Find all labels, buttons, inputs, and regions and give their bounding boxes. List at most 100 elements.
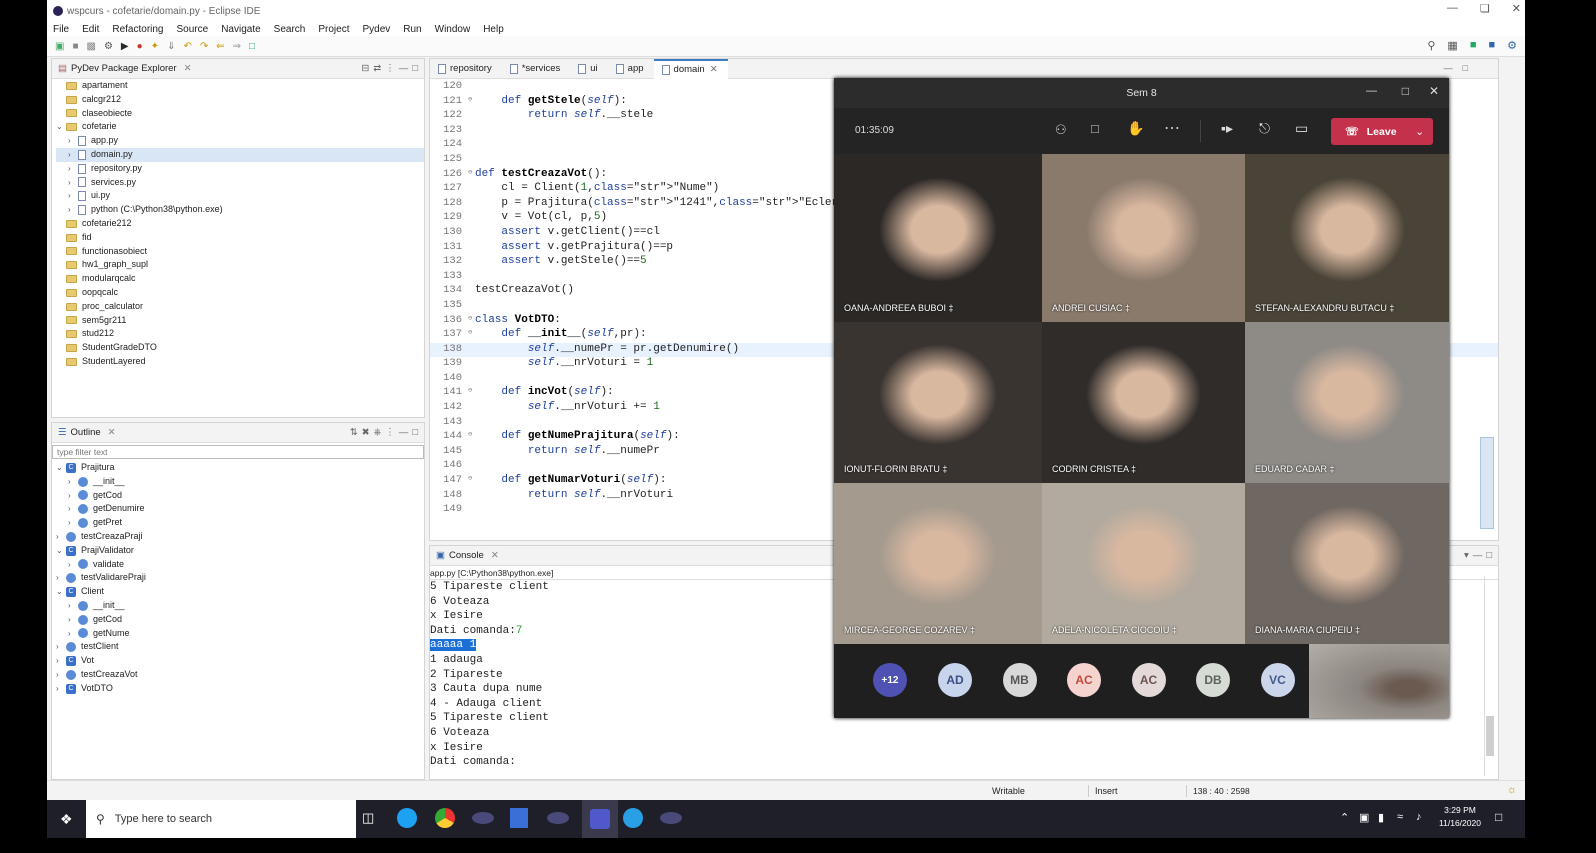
- teams-taskbar-icon[interactable]: [582, 800, 618, 838]
- external-tools-icon[interactable]: ●: [137, 41, 143, 52]
- participant-video-tile[interactable]: IONUT-FLORIN BRATU ‡: [834, 322, 1042, 483]
- tree-item[interactable]: ⌄ C Client: [56, 585, 424, 599]
- chevron-right-icon[interactable]: ›: [68, 558, 78, 572]
- menu-item-window[interactable]: Window: [435, 24, 471, 35]
- editor-tab-services[interactable]: *services: [502, 59, 571, 79]
- tree-item[interactable]: ⌄ C PrajiValidator: [56, 544, 424, 558]
- tree-item[interactable]: › testCreazaVot: [56, 668, 424, 682]
- chevron-right-icon[interactable]: ›: [68, 516, 78, 530]
- chevron-right-icon[interactable]: ›: [68, 176, 78, 190]
- tree-item[interactable]: › services.py: [56, 176, 424, 190]
- editor-tab-app[interactable]: app: [608, 59, 654, 79]
- camera-icon[interactable]: ▪▸: [1221, 120, 1233, 137]
- self-preview-video[interactable]: [1309, 644, 1449, 718]
- chevron-right-icon[interactable]: ›: [68, 148, 78, 162]
- eclipse-taskbar-icon-3[interactable]: [660, 812, 682, 824]
- perspective-icon[interactable]: ▦: [1447, 39, 1457, 52]
- chevron-down-icon[interactable]: ⌄: [56, 585, 66, 599]
- tree-item[interactable]: › getPret: [56, 516, 424, 530]
- participant-avatar[interactable]: AC: [1131, 663, 1166, 697]
- menu-item-search[interactable]: Search: [274, 24, 306, 35]
- outline-filter-input[interactable]: [52, 445, 424, 459]
- maximize-view-icon[interactable]: □: [412, 427, 418, 438]
- tree-item[interactable]: › C Vot: [56, 654, 424, 668]
- tree-item[interactable]: oopqcalc: [56, 286, 424, 300]
- chevron-right-icon[interactable]: ›: [68, 475, 78, 489]
- hide-fields-icon[interactable]: ✖: [362, 427, 370, 438]
- collapse-all-icon[interactable]: ⊟: [361, 63, 369, 74]
- save-all-icon[interactable]: ▩: [87, 41, 96, 52]
- battery-icon[interactable]: ▮: [1378, 811, 1384, 824]
- chevron-right-icon[interactable]: ›: [56, 668, 66, 682]
- participant-video-tile[interactable]: MIRCEA-GEORGE COZAREV ‡: [834, 483, 1042, 644]
- participant-video-tile[interactable]: OANA-ANDREEA BUBOI ‡: [834, 154, 1042, 322]
- tree-item[interactable]: apartament: [56, 79, 424, 93]
- microphone-icon[interactable]: ⎋: [1259, 120, 1270, 137]
- tree-item[interactable]: claseobiecte: [56, 107, 424, 121]
- chevron-down-icon[interactable]: ⌄: [56, 544, 66, 558]
- participant-video-tile[interactable]: STEFAN-ALEXANDRU BUTACU ‡: [1245, 154, 1449, 322]
- more-participants-badge[interactable]: +12: [873, 663, 907, 697]
- editor-tab-domain[interactable]: domain ✕: [653, 58, 728, 79]
- teams-maximize-icon[interactable]: □: [1402, 84, 1409, 98]
- chevron-right-icon[interactable]: ›: [68, 502, 78, 516]
- tree-item[interactable]: › app.py: [56, 134, 424, 148]
- wifi-icon[interactable]: ≈: [1397, 811, 1403, 823]
- leave-button[interactable]: ☏ Leave ⌄: [1331, 118, 1433, 145]
- tree-item[interactable]: › ui.py: [56, 189, 424, 203]
- menu-item-pydev[interactable]: Pydev: [362, 24, 390, 35]
- tree-item[interactable]: › getDenumire: [56, 502, 424, 516]
- new-icon[interactable]: ▣: [55, 41, 64, 52]
- participants-icon[interactable]: ⚇: [1055, 122, 1067, 138]
- editor-tab-ui[interactable]: ui: [570, 59, 607, 79]
- chevron-down-icon[interactable]: ⌄: [56, 461, 66, 475]
- tree-item[interactable]: › validate: [56, 558, 424, 572]
- menu-item-refactoring[interactable]: Refactoring: [112, 24, 163, 35]
- more-actions-icon[interactable]: ⋯: [1164, 118, 1180, 138]
- tree-item[interactable]: stud212: [56, 327, 424, 341]
- participant-avatar[interactable]: MB: [1002, 663, 1037, 697]
- chevron-right-icon[interactable]: ›: [68, 489, 78, 503]
- eclipse-taskbar-icon[interactable]: [472, 812, 494, 824]
- tree-item[interactable]: hw1_graph_supl: [56, 258, 424, 272]
- close-tab-icon[interactable]: ✕: [710, 64, 718, 75]
- tree-item[interactable]: proc_calculator: [56, 300, 424, 314]
- minimize-icon[interactable]: —: [1447, 2, 1458, 15]
- participant-video-tile[interactable]: CODRIN CRISTEA ‡: [1042, 322, 1245, 483]
- chevron-down-icon[interactable]: ⌄: [1415, 126, 1424, 138]
- menu-item-source[interactable]: Source: [177, 24, 209, 35]
- chevron-right-icon[interactable]: ›: [56, 654, 66, 668]
- editor-scrollbar-thumb[interactable]: [1480, 437, 1494, 529]
- hide-static-icon[interactable]: ⎈: [374, 427, 382, 438]
- participant-video-tile[interactable]: EDUARD CADAR ‡: [1245, 322, 1449, 483]
- open-perspective-icon[interactable]: □: [249, 41, 255, 52]
- tree-item[interactable]: cofetarie212: [56, 217, 424, 231]
- chrome-icon[interactable]: [435, 808, 455, 828]
- maximize-editor-icon[interactable]: □: [1463, 63, 1468, 73]
- tree-item[interactable]: › getCod: [56, 489, 424, 503]
- tree-item[interactable]: › getCod: [56, 613, 424, 627]
- view-menu-icon[interactable]: ⋮: [385, 63, 395, 74]
- tree-item[interactable]: fid: [56, 231, 424, 245]
- share-screen-icon[interactable]: ▭: [1295, 120, 1308, 137]
- tree-item[interactable]: › testCreazaPraji: [56, 530, 424, 544]
- close-icon[interactable]: ✕: [1512, 2, 1521, 15]
- forward-icon[interactable]: ↷: [200, 41, 208, 52]
- sort-icon[interactable]: ⇅: [350, 427, 358, 438]
- tree-item[interactable]: ⌄ C Prajitura: [56, 461, 424, 475]
- debug-perspective-icon[interactable]: ■: [1488, 39, 1495, 52]
- save-icon[interactable]: ■: [72, 41, 78, 52]
- tree-item[interactable]: modularqcalc: [56, 272, 424, 286]
- tray-app-icon[interactable]: ▣: [1359, 811, 1369, 824]
- back-icon[interactable]: ↶: [183, 41, 191, 52]
- raise-hand-icon[interactable]: ✋: [1127, 120, 1144, 137]
- tree-item[interactable]: › python (C:\Python38\python.exe): [56, 203, 424, 217]
- minimize-view-icon[interactable]: —: [399, 427, 409, 438]
- git-perspective-icon[interactable]: ⚙: [1507, 39, 1517, 52]
- chevron-right-icon[interactable]: ›: [68, 599, 78, 613]
- tree-item[interactable]: calcgr212: [56, 93, 424, 107]
- next-annotation-icon[interactable]: ⇓: [167, 41, 175, 52]
- refactor-icon[interactable]: ✦: [151, 41, 159, 52]
- tree-item[interactable]: StudentLayered: [56, 355, 424, 369]
- tree-item[interactable]: › repository.py: [56, 162, 424, 176]
